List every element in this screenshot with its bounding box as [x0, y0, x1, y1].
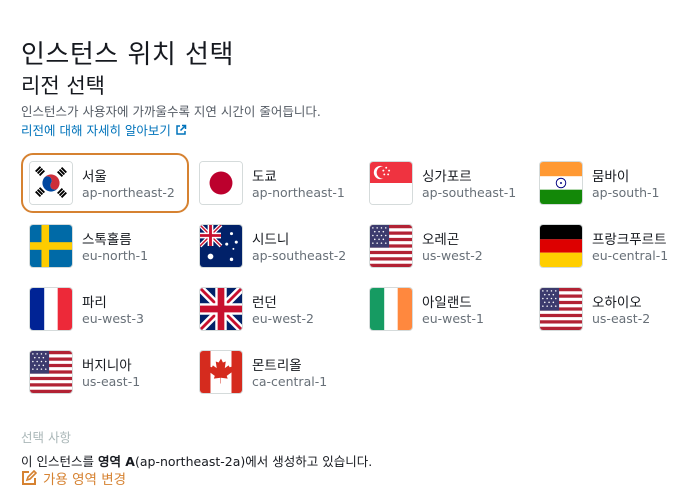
region-code: ap-southeast-1 [422, 185, 517, 200]
region-name: 시드니 [252, 232, 290, 248]
region-name: 싱가포르 [422, 169, 472, 185]
selection-label: 선택 사항 [21, 430, 71, 445]
region-name: 런던 [252, 295, 277, 311]
region-code: ca-central-1 [252, 374, 328, 389]
region-code: eu-west-2 [252, 311, 314, 326]
region-tile[interactable]: 버지니아 us-east-1 [21, 342, 189, 402]
region-tile[interactable]: 프랑크푸르트 eu-central-1 [531, 216, 692, 276]
canada-flag [199, 350, 243, 394]
singapore-flag [369, 161, 413, 205]
australia-flag [199, 224, 243, 268]
region-code: eu-west-1 [422, 311, 484, 326]
region-name: 뭄바이 [592, 169, 630, 185]
learn-more-label: 리전에 대해 자세히 알아보기 [21, 123, 171, 138]
region-tile[interactable]: 싱가포르 ap-southeast-1 [361, 153, 529, 213]
region-name: 버지니아 [82, 358, 132, 374]
region-tile[interactable]: 시드니 ap-southeast-2 [191, 216, 359, 276]
region-tile[interactable]: 런던 eu-west-2 [191, 279, 359, 339]
korea-flag [29, 161, 73, 205]
france-flag [29, 287, 73, 331]
region-code: ap-northeast-2 [82, 185, 175, 200]
region-name: 서울 [82, 169, 107, 185]
germany-flag [539, 224, 583, 268]
description-text: 인스턴스가 사용자에 가까울수록 지연 시간이 줄어듭니다. [21, 104, 321, 119]
change-zone-link[interactable]: 가용 영역 변경 [21, 468, 126, 488]
usa-flag [29, 350, 73, 394]
external-link-icon [176, 124, 187, 135]
region-code: ap-southeast-2 [252, 248, 347, 263]
region-tile[interactable]: 스톡홀름 eu-north-1 [21, 216, 189, 276]
region-code: eu-central-1 [592, 248, 669, 263]
section-title: 리전 선택 [21, 74, 105, 98]
region-tile[interactable]: 몬트리올 ca-central-1 [191, 342, 359, 402]
region-tile[interactable]: 서울 ap-northeast-2 [21, 153, 189, 213]
edit-icon [22, 470, 37, 485]
region-code: ap-south-1 [592, 185, 660, 200]
region-code: eu-west-3 [82, 311, 144, 326]
region-code: us-east-2 [592, 311, 651, 326]
ireland-flag [369, 287, 413, 331]
region-name: 오하이오 [592, 295, 642, 311]
page-title: 인스턴스 위치 선택 [21, 40, 234, 70]
region-name: 프랑크푸르트 [592, 232, 667, 248]
uk-flag [199, 287, 243, 331]
region-code: ap-northeast-1 [252, 185, 345, 200]
sweden-flag [29, 224, 73, 268]
region-name: 아일랜드 [422, 295, 472, 311]
region-name: 도쿄 [252, 169, 277, 185]
usa-flag [539, 287, 583, 331]
japan-flag [199, 161, 243, 205]
region-tile[interactable]: 뭄바이 ap-south-1 [531, 153, 692, 213]
region-tile[interactable]: 오레곤 us-west-2 [361, 216, 529, 276]
region-tile[interactable]: 오하이오 us-east-2 [531, 279, 692, 339]
region-name: 스톡홀름 [82, 232, 132, 248]
region-name: 몬트리올 [252, 358, 302, 374]
region-name: 오레곤 [422, 232, 460, 248]
learn-more-link[interactable]: 리전에 대해 자세히 알아보기 [21, 120, 187, 139]
zone-name: 영역 A [97, 454, 135, 469]
region-tile[interactable]: 아일랜드 eu-west-1 [361, 279, 529, 339]
india-flag [539, 161, 583, 205]
usa-flag [369, 224, 413, 268]
region-tile[interactable]: 파리 eu-west-3 [21, 279, 189, 339]
region-code: us-east-1 [82, 374, 141, 389]
region-code: eu-north-1 [82, 248, 149, 263]
region-tile[interactable]: 도쿄 ap-northeast-1 [191, 153, 359, 213]
region-code: us-west-2 [422, 248, 483, 263]
region-name: 파리 [82, 295, 107, 311]
change-zone-label: 가용 영역 변경 [43, 472, 127, 488]
